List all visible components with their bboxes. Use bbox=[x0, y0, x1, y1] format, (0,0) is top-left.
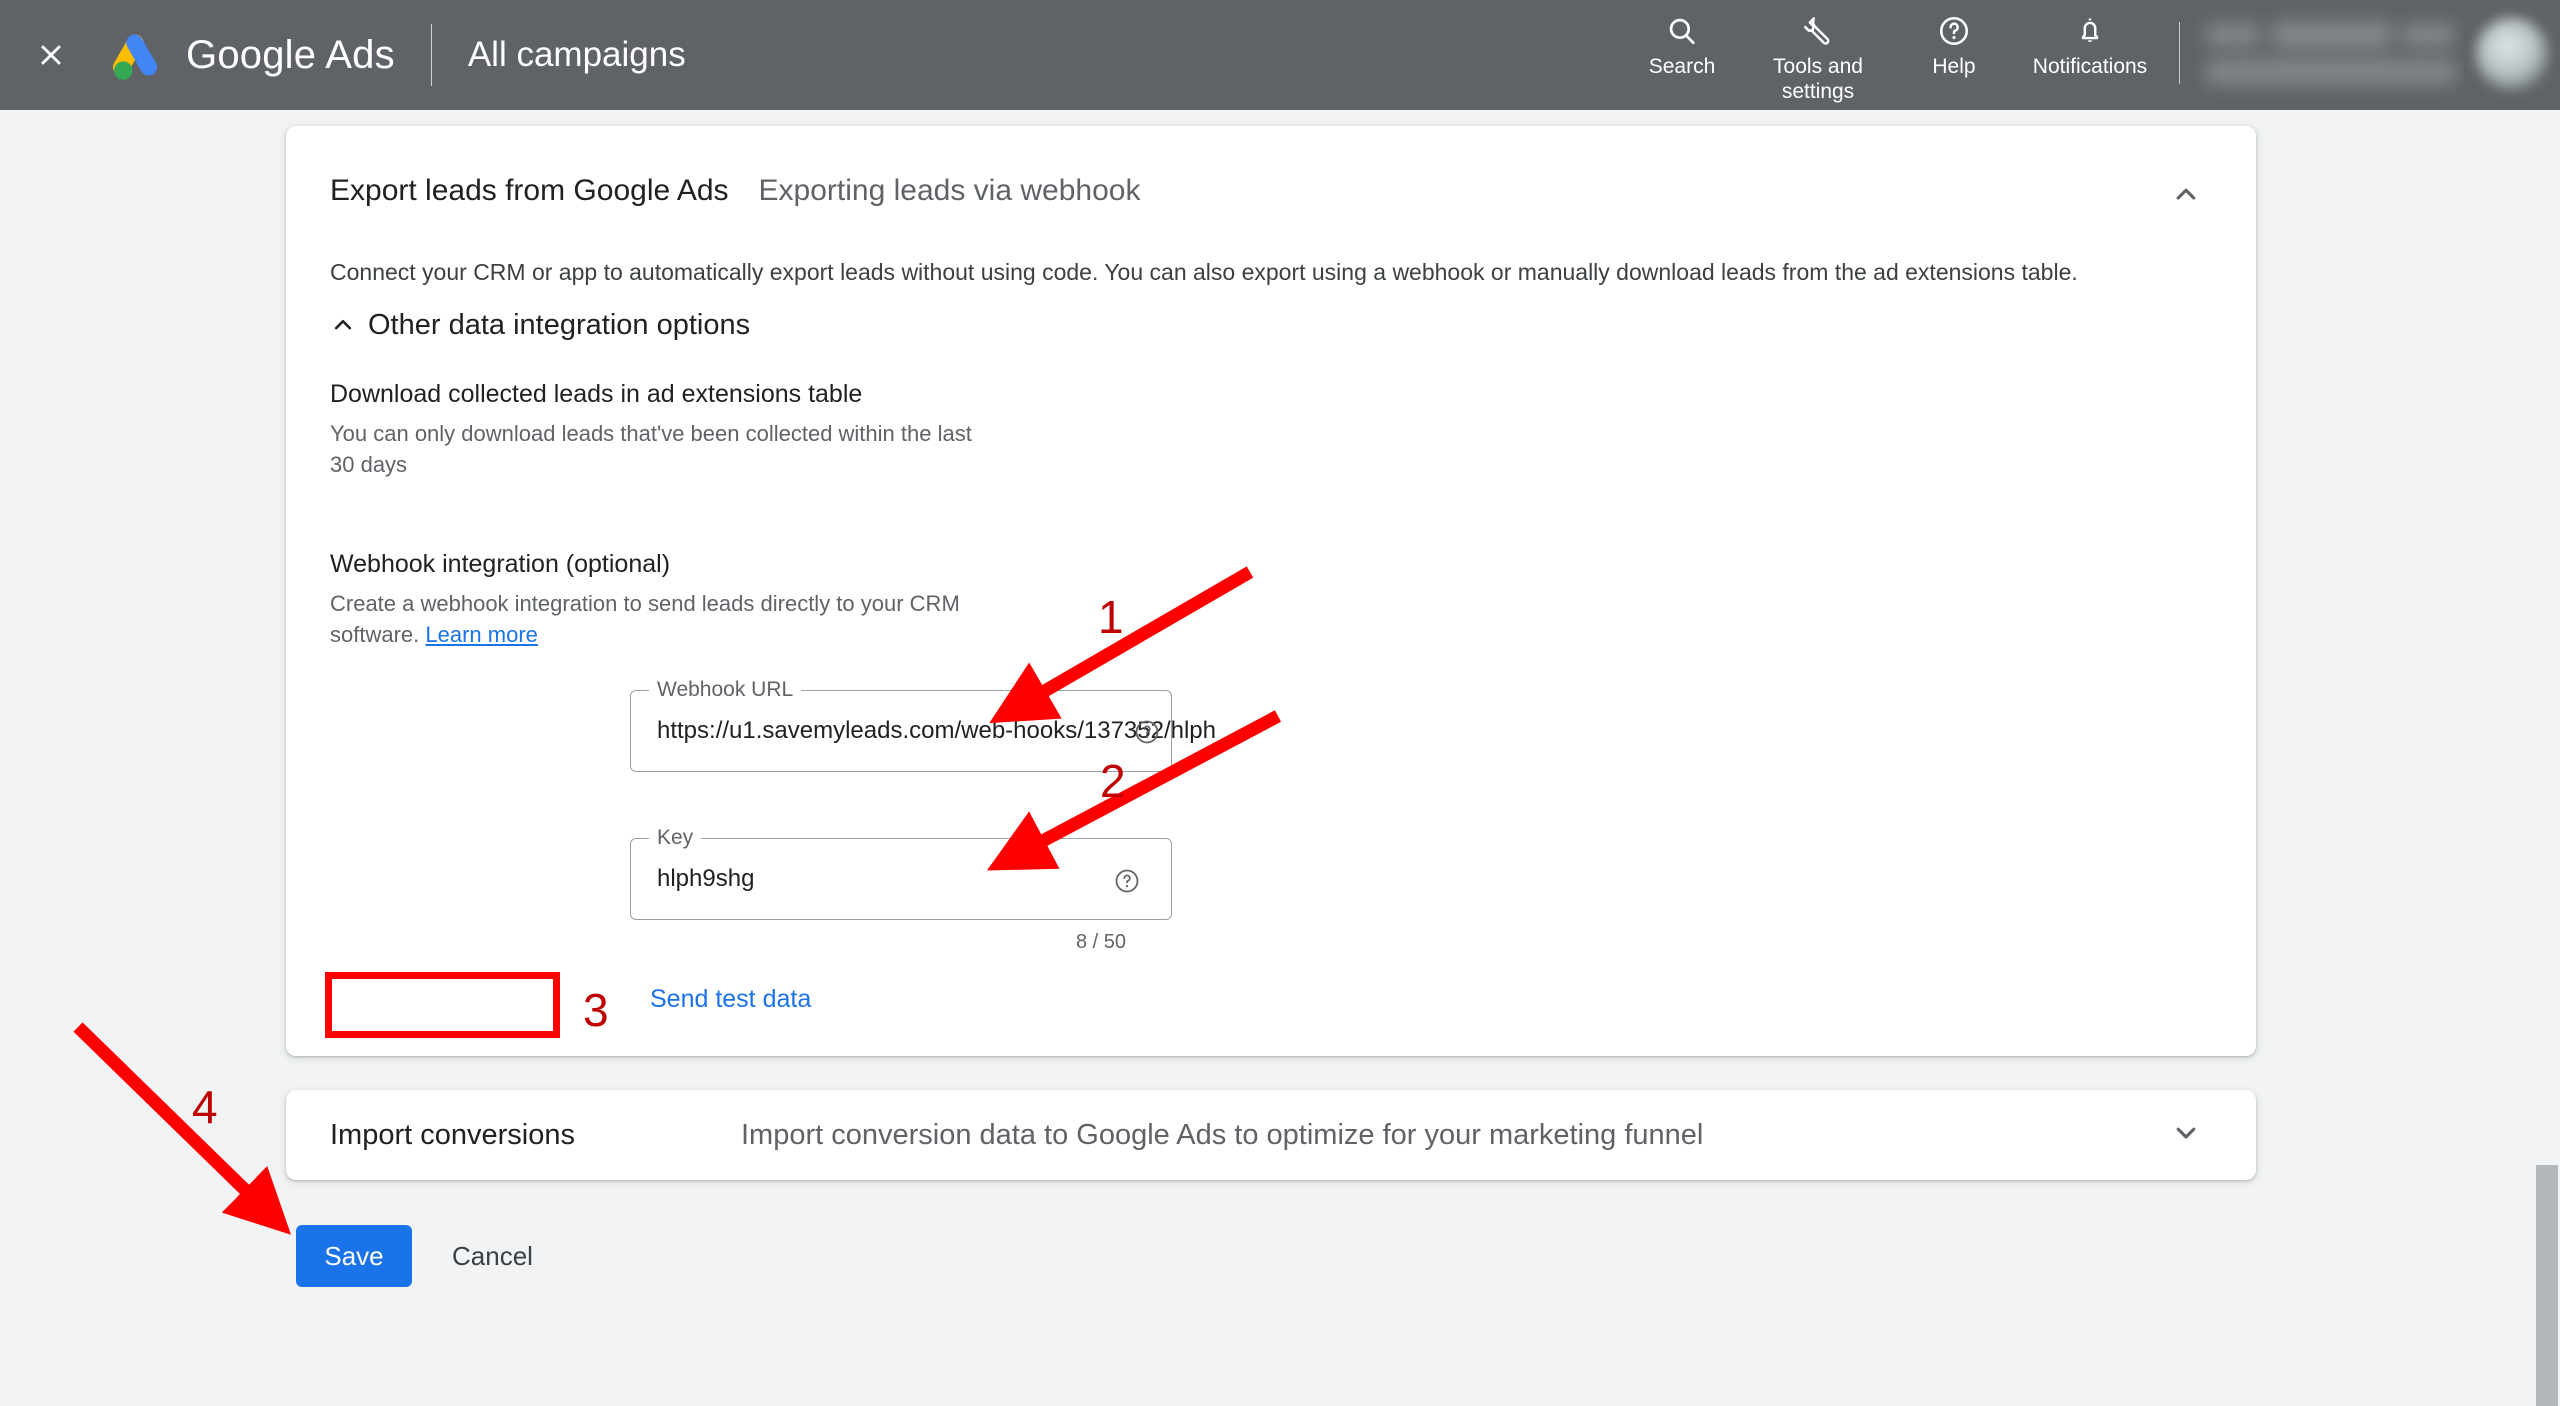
export-card-title: Export leads from Google Ads bbox=[330, 174, 729, 207]
search-action[interactable]: Search bbox=[1621, 0, 1743, 79]
bell-icon bbox=[2073, 12, 2107, 50]
webhook-url-field[interactable]: Webhook URL https://u1.savemyleads.com/w… bbox=[630, 677, 1216, 772]
chevron-up-icon bbox=[326, 308, 360, 342]
other-data-integration-options-toggle[interactable]: Other data integration options bbox=[326, 308, 750, 342]
import-conversions-title: Import conversions bbox=[330, 1118, 575, 1151]
key-field[interactable]: Key hlph9shg bbox=[630, 825, 1172, 920]
close-button[interactable] bbox=[28, 32, 74, 78]
close-icon bbox=[34, 38, 68, 72]
appbar-actions: Search Tools and settings Help Notificat… bbox=[1621, 0, 2560, 110]
send-test-data-button[interactable]: Send test data bbox=[632, 971, 830, 1028]
chevron-up-icon bbox=[2169, 177, 2203, 216]
appbar-divider-right bbox=[2179, 22, 2180, 84]
download-leads-description: You can only download leads that've been… bbox=[330, 421, 972, 477]
notifications-action[interactable]: Notifications bbox=[2015, 0, 2165, 79]
help-circle-icon[interactable] bbox=[1131, 716, 1163, 748]
help-circle-icon bbox=[1937, 12, 1971, 50]
webhook-integration-description: Create a webhook integration to send lea… bbox=[330, 588, 980, 650]
tools-and-settings-label: Tools and settings bbox=[1773, 55, 1863, 103]
key-value: hlph9shg bbox=[657, 865, 755, 892]
top-app-bar: Google Ads All campaigns Search Tools an… bbox=[0, 0, 2560, 110]
search-icon bbox=[1665, 12, 1699, 50]
import-conversions-expand-button[interactable] bbox=[2158, 1107, 2214, 1163]
chevron-down-icon bbox=[2169, 1116, 2203, 1155]
import-conversions-subtitle: Import conversion data to Google Ads to … bbox=[741, 1118, 1704, 1151]
search-label: Search bbox=[1648, 55, 1716, 78]
notifications-label: Notifications bbox=[2032, 55, 2148, 78]
export-card-subtitle: Exporting leads via webhook bbox=[758, 174, 1141, 207]
key-char-counter: 8 / 50 bbox=[1076, 931, 1127, 953]
key-label: Key bbox=[649, 825, 702, 851]
learn-more-link[interactable]: Learn more bbox=[425, 622, 538, 647]
cancel-button[interactable]: Cancel bbox=[432, 1225, 553, 1287]
export-card-header: Export leads from Google Ads Exporting l… bbox=[330, 174, 1140, 208]
help-action[interactable]: Help bbox=[1893, 0, 2015, 79]
account-info-blurred[interactable] bbox=[2194, 0, 2464, 110]
import-conversions-card[interactable]: Import conversions Import conversion dat… bbox=[286, 1090, 2256, 1180]
wrench-icon bbox=[1801, 12, 1835, 50]
page-body: Export leads from Google Ads Exporting l… bbox=[0, 110, 2560, 1406]
page-scrollbar-thumb[interactable] bbox=[2536, 1165, 2558, 1406]
save-button[interactable]: Save bbox=[296, 1225, 412, 1287]
export-leads-card: Export leads from Google Ads Exporting l… bbox=[286, 126, 2256, 1056]
other-data-integration-options-label: Other data integration options bbox=[368, 308, 751, 341]
avatar[interactable] bbox=[2464, 0, 2560, 110]
brand-label: Google Ads bbox=[186, 32, 395, 77]
help-label: Help bbox=[1932, 55, 1976, 78]
help-circle-icon[interactable] bbox=[1111, 865, 1143, 897]
tools-and-settings-action[interactable]: Tools and settings bbox=[1743, 0, 1893, 104]
page-title: All campaigns bbox=[467, 35, 686, 74]
webhook-url-label: Webhook URL bbox=[649, 677, 802, 703]
export-card-description: Connect your CRM or app to automatically… bbox=[330, 259, 2078, 285]
google-ads-logo[interactable] bbox=[106, 26, 164, 84]
webhook-integration-title: Webhook integration (optional) bbox=[330, 550, 671, 578]
appbar-divider bbox=[430, 24, 432, 86]
export-card-collapse-button[interactable] bbox=[2158, 168, 2214, 224]
download-leads-title: Download collected leads in ad extension… bbox=[330, 380, 863, 408]
